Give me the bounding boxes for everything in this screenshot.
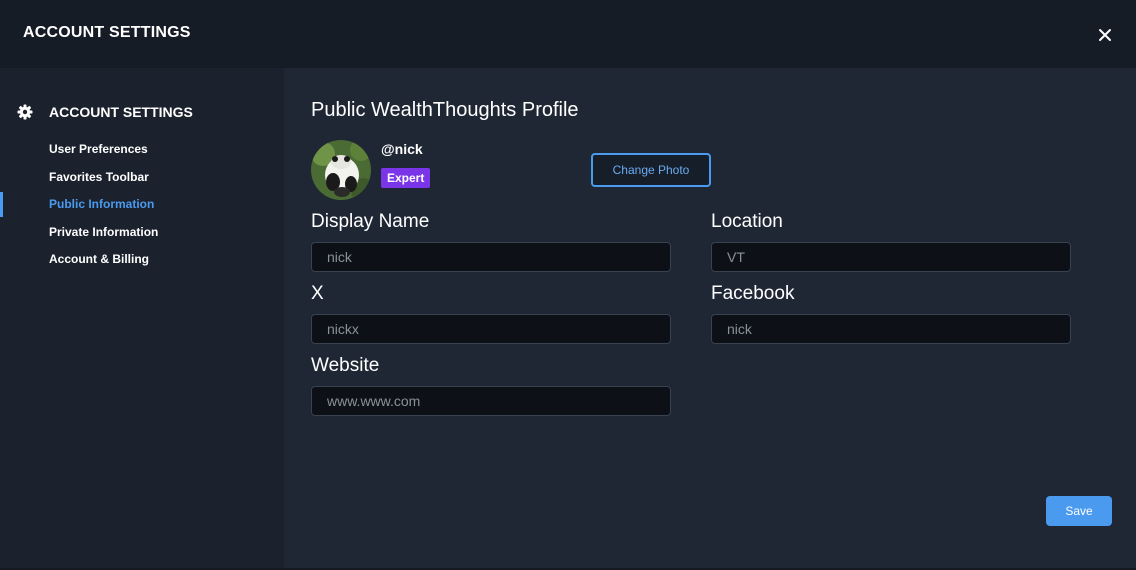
modal-title: ACCOUNT SETTINGS: [23, 24, 191, 41]
modal-header: ACCOUNT SETTINGS: [0, 0, 1136, 68]
sidebar-heading: ACCOUNT SETTINGS: [17, 104, 193, 120]
username: @nick: [381, 141, 423, 157]
sidebar: ACCOUNT SETTINGS User Preferences Favori…: [0, 68, 284, 570]
facebook-field[interactable]: [711, 314, 1071, 344]
close-button[interactable]: [1093, 24, 1117, 46]
save-button[interactable]: Save: [1046, 496, 1112, 526]
status-badge: Expert: [381, 168, 431, 188]
sidebar-item-favorites-toolbar[interactable]: Favorites Toolbar: [0, 164, 284, 192]
avatar: [311, 140, 371, 200]
main-panel: Public WealthThoughts Profile @nick Expe…: [284, 68, 1136, 568]
change-photo-button[interactable]: Change Photo: [591, 153, 711, 187]
location-label: Location: [711, 211, 783, 232]
sidebar-item-account-billing[interactable]: Account & Billing: [0, 246, 284, 274]
display-name-label: Display Name: [311, 211, 430, 232]
sidebar-heading-label: ACCOUNT SETTINGS: [49, 104, 193, 120]
website-field[interactable]: [311, 386, 671, 416]
sidebar-item-public-information[interactable]: Public Information: [0, 191, 284, 219]
website-label: Website: [311, 355, 380, 376]
x-label: X: [311, 283, 324, 304]
sidebar-item-user-preferences[interactable]: User Preferences: [0, 136, 284, 164]
x-field[interactable]: [311, 314, 671, 344]
page-title: Public WealthThoughts Profile: [311, 99, 579, 121]
close-icon: [1099, 29, 1111, 41]
gear-icon: [17, 104, 33, 120]
sidebar-nav: User Preferences Favorites Toolbar Publi…: [0, 136, 284, 274]
location-field[interactable]: [711, 242, 1071, 272]
facebook-label: Facebook: [711, 283, 795, 304]
display-name-field[interactable]: [311, 242, 671, 272]
sidebar-item-private-information[interactable]: Private Information: [0, 219, 284, 247]
